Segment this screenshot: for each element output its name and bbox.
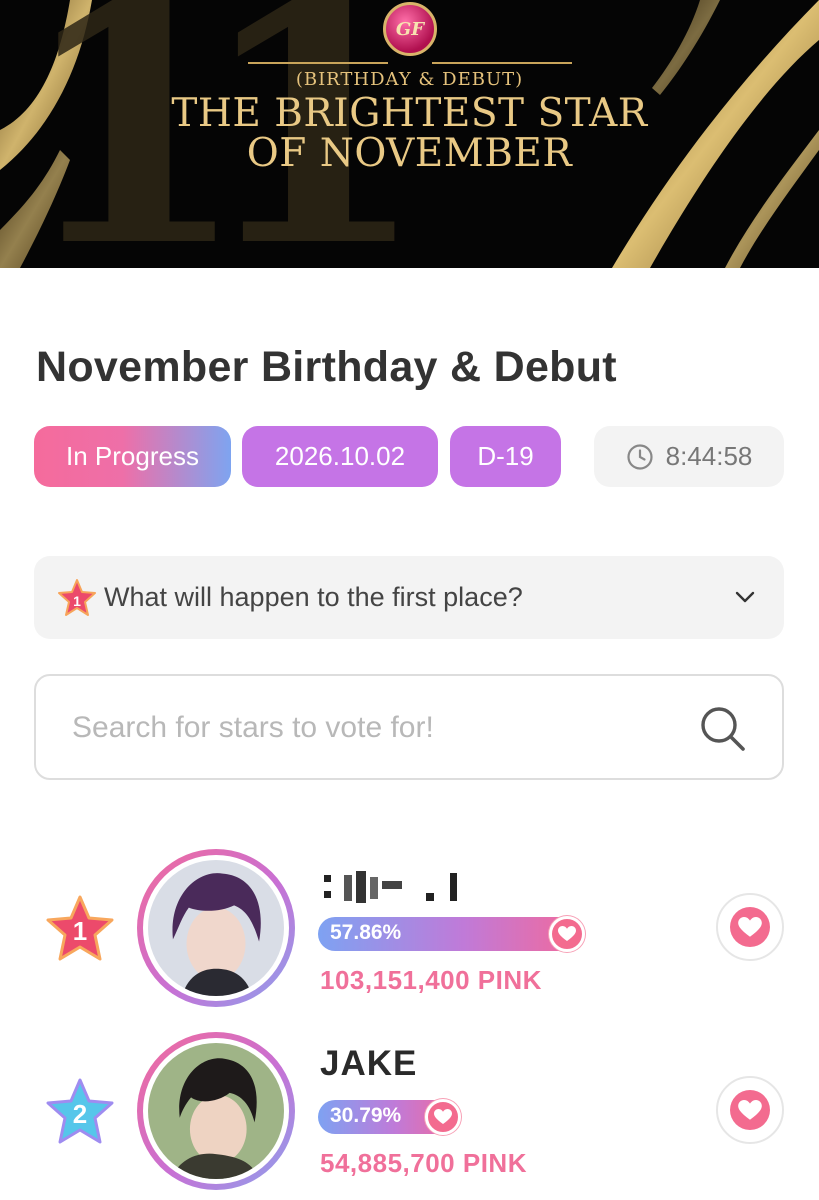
pink-total: 103,151,400 PINK xyxy=(320,965,542,995)
countdown-badge: 8:44:58 xyxy=(594,426,784,487)
ornament-line-left xyxy=(248,62,388,64)
search-box xyxy=(34,674,784,780)
countdown-text: 8:44:58 xyxy=(665,441,753,471)
rank-star-icon: 1 xyxy=(58,578,96,616)
banner-title-line2: OF NOVEMBER xyxy=(246,131,573,176)
search-input[interactable] xyxy=(72,700,672,756)
heart-icon xyxy=(730,907,770,947)
first-place-question: What will happen to the first place? xyxy=(104,582,523,612)
pink-total: 54,885,700 PINK xyxy=(320,1148,527,1178)
status-badge: In Progress xyxy=(34,426,231,487)
ornament-line-right xyxy=(432,62,572,64)
rank-1-star-icon: 1 xyxy=(46,895,114,961)
ranking-row[interactable]: 1 57.86% 103,151,400 PINK xyxy=(0,845,819,1015)
event-banner: 11 GF (BIRTHDAY & DEBUT) THE BRIGHTEST S… xyxy=(0,0,819,268)
heart-icon xyxy=(730,1090,770,1130)
page-title: November Birthday & Debut xyxy=(36,343,617,391)
chevron-down-icon[interactable] xyxy=(732,584,758,610)
star-photo xyxy=(148,1043,284,1179)
ranking-row[interactable]: 2 JAKE 30.79% 54,885,700 PINK xyxy=(0,1028,819,1198)
banner-subtitle: (BIRTHDAY & DEBUT) xyxy=(295,69,524,90)
avatar[interactable] xyxy=(137,1032,295,1190)
heart-icon xyxy=(425,1099,461,1135)
rank-number: 2 xyxy=(73,1099,87,1129)
brand-logo: GF xyxy=(383,2,437,56)
vote-button[interactable] xyxy=(716,893,784,961)
banner-title-line1: THE BRIGHTEST STAR xyxy=(171,91,648,136)
first-place-accordion[interactable]: 1 What will happen to the first place? xyxy=(34,556,784,639)
heart-icon xyxy=(549,916,585,952)
star-photo xyxy=(148,860,284,996)
clock-icon xyxy=(627,443,653,470)
vote-share-bar: 57.86% xyxy=(318,916,585,952)
redacted-name xyxy=(324,871,457,903)
star-name: JAKE xyxy=(320,1044,418,1083)
dday-badge: D-19 xyxy=(450,426,561,487)
rank-2-star-icon: 2 xyxy=(46,1078,114,1144)
date-badge: 2026.10.02 xyxy=(242,426,438,487)
vote-share-percent: 57.86% xyxy=(330,921,402,944)
search-icon[interactable] xyxy=(698,704,748,754)
svg-text:1: 1 xyxy=(73,593,81,609)
vote-button[interactable] xyxy=(716,1076,784,1144)
avatar[interactable] xyxy=(137,849,295,1007)
rank-number: 1 xyxy=(73,916,87,946)
vote-share-percent: 30.79% xyxy=(330,1104,402,1127)
vote-share-bar: 30.79% xyxy=(318,1099,461,1135)
